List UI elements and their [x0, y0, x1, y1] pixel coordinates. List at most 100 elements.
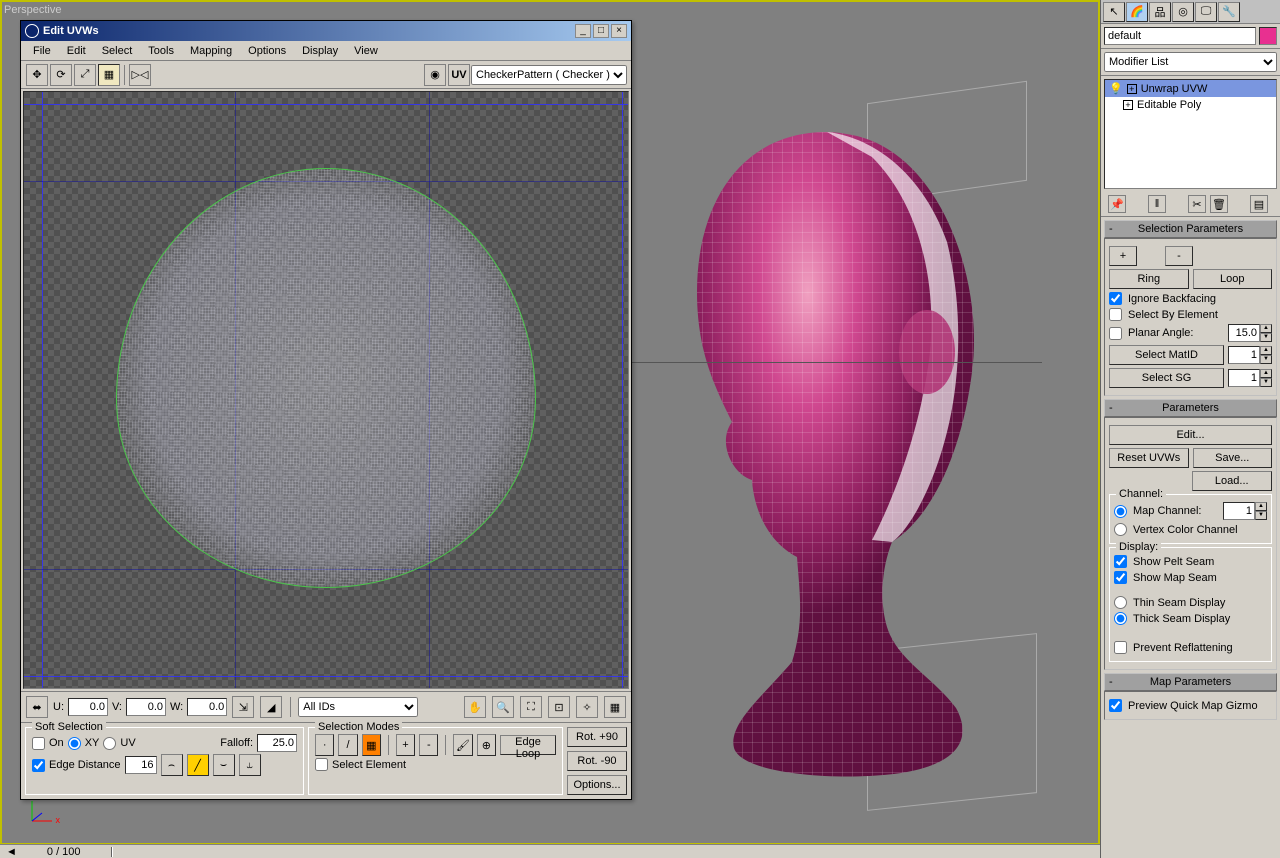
reset-uvws-button[interactable]: Reset UVWs: [1109, 448, 1189, 468]
stack-item-unwrap[interactable]: 💡 + Unwrap UVW: [1105, 80, 1276, 97]
slider-handle[interactable]: [111, 847, 113, 857]
face-mode-icon[interactable]: ▦: [362, 734, 381, 756]
select-sg-button[interactable]: Select SG: [1109, 368, 1224, 388]
map-channel-field[interactable]: [1223, 502, 1255, 520]
edge-mode-icon[interactable]: /: [338, 734, 357, 756]
matid-field[interactable]: [1228, 346, 1260, 364]
sg-field[interactable]: [1228, 369, 1260, 387]
ring-button[interactable]: Ring: [1109, 269, 1189, 289]
absolute-icon[interactable]: ⇲: [232, 696, 254, 718]
rot-plus90-button[interactable]: Rot. +90: [567, 727, 627, 747]
menu-edit[interactable]: Edit: [59, 43, 94, 59]
snap-icon[interactable]: ✧: [576, 696, 598, 718]
preview-gizmo-checkbox[interactable]: [1109, 699, 1122, 712]
v-field[interactable]: [126, 698, 166, 716]
modify-tab-icon[interactable]: 🌈: [1126, 2, 1148, 22]
zoom-icon[interactable]: 🔍: [492, 696, 514, 718]
edit-button[interactable]: Edit...: [1109, 425, 1272, 445]
menu-file[interactable]: File: [25, 43, 59, 59]
menu-mapping[interactable]: Mapping: [182, 43, 240, 59]
prevent-reflattening-checkbox[interactable]: [1114, 641, 1127, 654]
select-by-element-checkbox[interactable]: [1109, 308, 1122, 321]
matid-dropdown[interactable]: All IDs: [298, 697, 418, 717]
minimize-button[interactable]: _: [575, 24, 591, 38]
xy-radio[interactable]: [68, 737, 81, 750]
menu-view[interactable]: View: [346, 43, 386, 59]
close-button[interactable]: ×: [611, 24, 627, 38]
options-button[interactable]: Options...: [567, 775, 627, 795]
edge-distance-checkbox[interactable]: [32, 759, 45, 772]
thin-seam-radio[interactable]: [1114, 596, 1127, 609]
map-channel-radio[interactable]: [1114, 505, 1127, 518]
rollout-parameters[interactable]: Parameters: [1104, 399, 1277, 417]
paint-size-icon[interactable]: ⊕: [477, 734, 496, 756]
remove-modifier-icon[interactable]: 🗑: [1210, 195, 1228, 213]
uv-toggle[interactable]: UV: [448, 64, 470, 86]
rollout-map-params[interactable]: Map Parameters: [1104, 673, 1277, 691]
make-unique-icon[interactable]: ✂: [1188, 195, 1206, 213]
object-name-field[interactable]: [1104, 27, 1256, 45]
show-pelt-checkbox[interactable]: [1114, 555, 1127, 568]
show-end-result-icon[interactable]: ‖: [1148, 195, 1166, 213]
falloff-curve2-icon[interactable]: ╱: [187, 754, 209, 776]
texture-dropdown[interactable]: CheckerPattern ( Checker ): [471, 65, 627, 85]
load-button[interactable]: Load...: [1192, 471, 1273, 491]
maximize-button[interactable]: □: [593, 24, 609, 38]
falloff-field[interactable]: [257, 734, 297, 752]
create-tab-icon[interactable]: ↖: [1103, 2, 1125, 22]
menu-options[interactable]: Options: [240, 43, 294, 59]
vertex-mode-icon[interactable]: ·: [315, 734, 334, 756]
save-button[interactable]: Save...: [1193, 448, 1273, 468]
grid-icon[interactable]: ▦: [604, 696, 626, 718]
w-field[interactable]: [187, 698, 227, 716]
rollout-selection-params[interactable]: Selection Parameters: [1104, 220, 1277, 238]
timeline-bar[interactable]: ◄ 0 / 100: [0, 844, 1100, 858]
display-tab-icon[interactable]: 🖵: [1195, 2, 1217, 22]
loop-button[interactable]: Loop: [1193, 269, 1273, 289]
uv-titlebar[interactable]: Edit UVWs _ □ ×: [21, 21, 631, 41]
fit-icon[interactable]: ⊡: [548, 696, 570, 718]
mirror-icon[interactable]: ▷◁: [129, 64, 151, 86]
freeform-icon[interactable]: ▦: [98, 64, 120, 86]
ignore-backfacing-checkbox[interactable]: [1109, 292, 1122, 305]
uv-canvas[interactable]: [23, 91, 629, 689]
expander-icon[interactable]: +: [1123, 100, 1133, 110]
scale-icon[interactable]: ⤢: [74, 64, 96, 86]
scroll-left-icon[interactable]: ◄: [6, 846, 17, 858]
falloff-curve4-icon[interactable]: ⥿: [239, 754, 261, 776]
soft-on-checkbox[interactable]: [32, 737, 45, 750]
edge-distance-field[interactable]: [125, 756, 157, 774]
stack-item-editablepoly[interactable]: + Editable Poly: [1105, 97, 1276, 113]
pan-icon[interactable]: ✋: [464, 696, 486, 718]
select-matid-button[interactable]: Select MatID: [1109, 345, 1224, 365]
u-field[interactable]: [68, 698, 108, 716]
expand-sel-button[interactable]: +: [1109, 246, 1137, 266]
menu-tools[interactable]: Tools: [140, 43, 182, 59]
show-map-checkbox[interactable]: [1114, 571, 1127, 584]
expander-icon[interactable]: +: [1127, 84, 1137, 94]
thick-seam-radio[interactable]: [1114, 612, 1127, 625]
falloff-curve3-icon[interactable]: ⌣: [213, 754, 235, 776]
utilities-tab-icon[interactable]: 🔧: [1218, 2, 1240, 22]
lock-icon[interactable]: ⬌: [26, 696, 48, 718]
object-color-swatch[interactable]: [1259, 27, 1277, 45]
grow-icon[interactable]: +: [396, 734, 415, 756]
modifier-stack[interactable]: 💡 + Unwrap UVW + Editable Poly: [1104, 79, 1277, 189]
menu-display[interactable]: Display: [294, 43, 346, 59]
configure-sets-icon[interactable]: ▤: [1250, 195, 1268, 213]
planar-angle-field[interactable]: [1228, 324, 1260, 342]
rotate-icon[interactable]: ⟳: [50, 64, 72, 86]
planar-angle-checkbox[interactable]: [1109, 327, 1122, 340]
show-map-icon[interactable]: ◉: [424, 64, 446, 86]
paint-select-icon[interactable]: 🖌: [453, 734, 472, 756]
uv-editor-window[interactable]: Edit UVWs _ □ × File Edit Select Tools M…: [20, 20, 632, 800]
brush-icon[interactable]: ◢: [260, 696, 282, 718]
modifier-list-dropdown[interactable]: Modifier List: [1104, 52, 1277, 72]
bulb-icon[interactable]: 💡: [1109, 82, 1123, 95]
falloff-curve1-icon[interactable]: ⌢: [161, 754, 183, 776]
uv-radio[interactable]: [103, 737, 116, 750]
shrink-icon[interactable]: -: [419, 734, 438, 756]
motion-tab-icon[interactable]: ◎: [1172, 2, 1194, 22]
edge-loop-button[interactable]: Edge Loop: [500, 735, 556, 755]
menu-select[interactable]: Select: [94, 43, 141, 59]
